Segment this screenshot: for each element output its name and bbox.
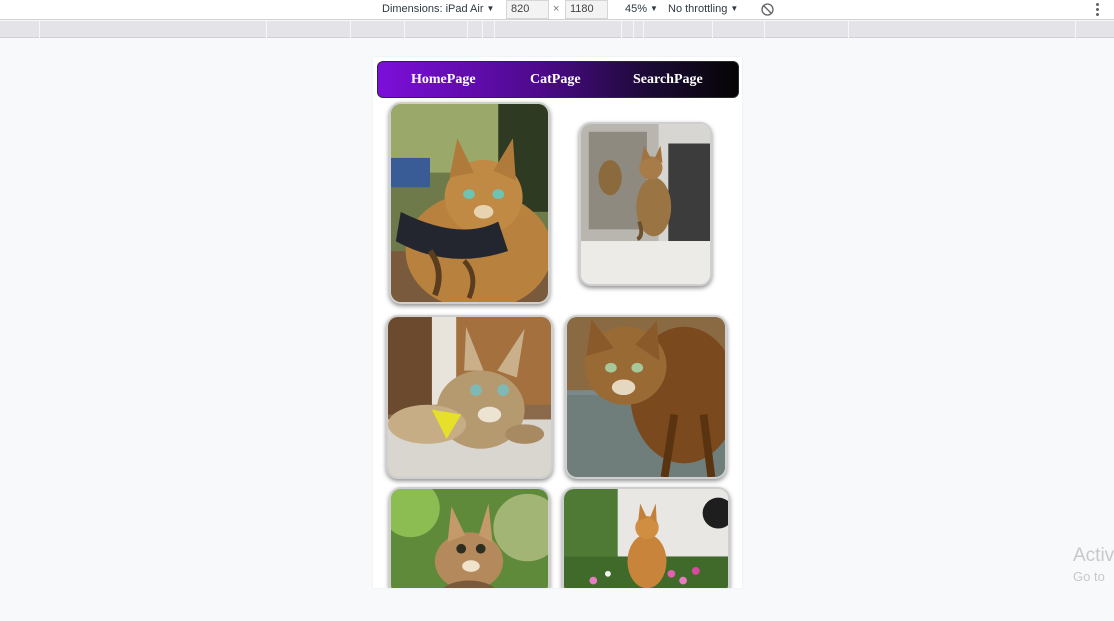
cat-image-card[interactable] xyxy=(386,315,553,479)
activation-watermark: Activ Go to xyxy=(1073,545,1114,587)
cat-photo xyxy=(391,104,548,302)
media-query-ruler[interactable] xyxy=(0,21,1114,38)
rotate-icon[interactable] xyxy=(760,2,775,17)
nav-link-home[interactable]: HomePage xyxy=(411,62,476,98)
zoom-dropdown[interactable]: 45% ▼ xyxy=(625,0,658,19)
cat-image-card[interactable] xyxy=(565,315,727,479)
dimensions-label: Dimensions: iPad Air xyxy=(382,3,484,15)
throttling-label: No throttling xyxy=(668,3,728,15)
devtools-device-toolbar: Dimensions: iPad Air ▼ 820 × 1180 45% ▼ No… xyxy=(0,0,1114,20)
cat-image-card[interactable] xyxy=(579,122,712,286)
zoom-label: 45% xyxy=(625,3,648,15)
cat-photo xyxy=(388,317,551,477)
width-input[interactable]: 820 xyxy=(506,0,549,19)
cat-image-card[interactable] xyxy=(562,487,730,588)
more-options-icon[interactable] xyxy=(1094,2,1100,17)
caret-down-icon: ▼ xyxy=(650,4,658,13)
watermark-title: Activ xyxy=(1073,545,1114,566)
nav-link-search[interactable]: SearchPage xyxy=(633,62,703,98)
watermark-subtitle: Go to xyxy=(1073,569,1105,584)
cat-image-card[interactable] xyxy=(389,487,550,588)
caret-down-icon: ▼ xyxy=(486,4,495,13)
times-separator: × xyxy=(553,3,560,15)
height-input[interactable]: 1180 xyxy=(565,0,608,19)
dimensions-dropdown[interactable]: Dimensions: iPad Air ▼ xyxy=(382,0,494,19)
cat-photo xyxy=(564,489,728,588)
navbar: HomePage CatPage SearchPage xyxy=(377,61,739,98)
caret-down-icon: ▼ xyxy=(730,4,739,13)
throttling-dropdown[interactable]: No throttling ▼ xyxy=(668,0,738,19)
nav-link-cat[interactable]: CatPage xyxy=(530,62,581,98)
cat-photo xyxy=(581,124,710,284)
cat-image-card[interactable] xyxy=(389,102,550,304)
cat-photo xyxy=(391,489,548,588)
cat-photo xyxy=(567,317,725,477)
device-viewport: HomePage CatPage SearchPage xyxy=(373,57,742,588)
